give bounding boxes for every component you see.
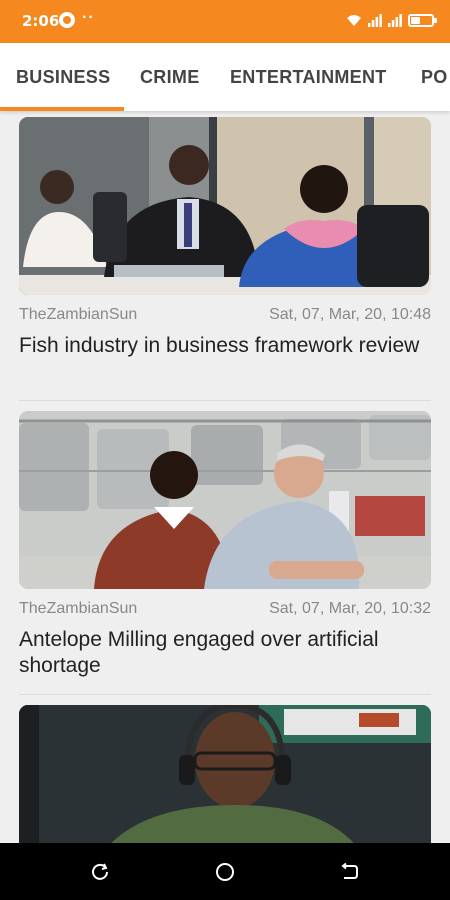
wifi-icon [347,15,361,26]
system-icons [346,13,437,27]
article-image[interactable] [19,705,431,843]
app-notification-icon [59,12,75,28]
news-feed[interactable]: TheZambianSun Sat, 07, Mar, 20, 10:48 Fi… [0,111,450,843]
article-date: Sat, 07, Mar, 20, 10:32 [269,600,431,617]
system-navigation-bar [0,843,450,900]
article-source: TheZambianSun [19,600,138,617]
recent-apps-icon[interactable] [90,862,110,882]
tab-entertainment[interactable]: ENTERTAINMENT [230,67,387,88]
status-time: 2:06 [22,12,60,30]
tab-crime[interactable]: CRIME [140,67,200,88]
article-title[interactable]: Fish industry in business framework revi… [19,333,431,359]
article-image[interactable] [19,117,431,295]
article-date: Sat, 07, Mar, 20, 10:48 [269,306,431,323]
article-meta: TheZambianSun Sat, 07, Mar, 20, 10:32 [19,600,431,618]
active-tab-indicator [0,107,124,111]
more-notifications-dots: ·· [82,9,95,26]
tab-business[interactable]: BUSINESS [16,67,110,88]
back-icon[interactable] [340,862,360,882]
divider [19,694,431,695]
article-source: TheZambianSun [19,306,138,323]
article-meta: TheZambianSun Sat, 07, Mar, 20, 10:48 [19,306,431,324]
signal-icon [388,13,402,27]
article-title[interactable]: Antelope Milling engaged over artificial… [19,627,431,679]
divider [19,400,431,401]
status-bar: 2:06 ·· [0,0,450,43]
home-icon[interactable] [215,862,235,882]
article-card[interactable]: TheZambianSun Sat, 07, Mar, 20, 10:32 An… [19,411,431,679]
article-card[interactable] [19,705,431,843]
battery-icon [408,13,437,27]
signal-icon [368,13,382,27]
article-card[interactable]: TheZambianSun Sat, 07, Mar, 20, 10:48 Fi… [19,117,431,359]
category-tab-bar[interactable]: BUSINESS CRIME ENTERTAINMENT PO [0,43,450,111]
article-image[interactable] [19,411,431,589]
tab-politics[interactable]: PO [421,67,448,88]
